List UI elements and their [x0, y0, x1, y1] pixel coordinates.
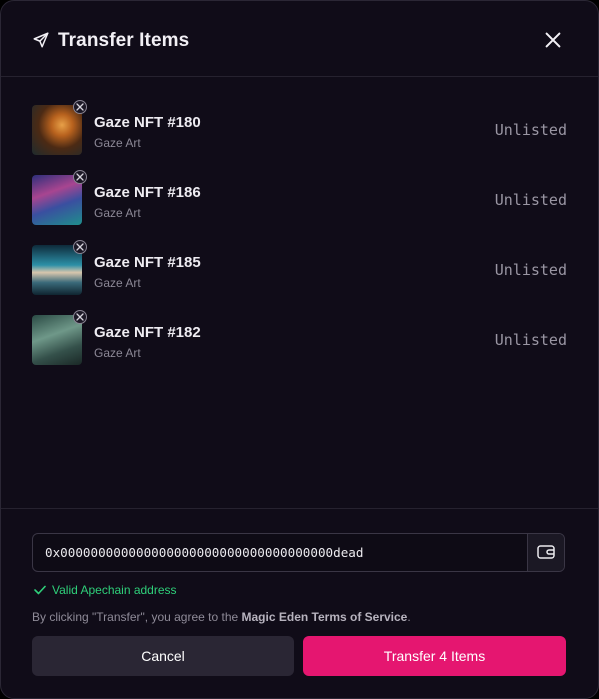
item-name: Gaze NFT #186 [94, 184, 201, 201]
transfer-modal: Transfer Items Gaze NFT #180 Gaze Art Un… [0, 0, 599, 699]
list-item: Gaze NFT #182 Gaze Art Unlisted [32, 310, 567, 385]
item-collection: Gaze Art [94, 206, 141, 220]
item-status: Unlisted [494, 191, 567, 209]
item-name: Gaze NFT #182 [94, 324, 201, 341]
item-status: Unlisted [494, 121, 567, 139]
remove-item-button[interactable] [73, 310, 87, 324]
wallet-button[interactable] [527, 534, 564, 571]
item-name: Gaze NFT #180 [94, 114, 201, 131]
remove-item-button[interactable] [73, 100, 87, 114]
item-collection: Gaze Art [94, 276, 141, 290]
nft-thumbnail [32, 245, 82, 295]
modal-header: Transfer Items [1, 1, 598, 77]
wallet-icon [537, 545, 555, 559]
address-field [32, 533, 565, 572]
close-icon [76, 313, 84, 321]
close-icon [76, 173, 84, 181]
item-name: Gaze NFT #185 [94, 254, 201, 271]
item-status: Unlisted [494, 261, 567, 279]
validation-text: Valid Apechain address [52, 583, 177, 597]
item-list: Gaze NFT #180 Gaze Art Unlisted Gaze NFT… [32, 100, 567, 385]
address-input[interactable] [33, 534, 528, 571]
nft-thumbnail [32, 175, 82, 225]
item-collection: Gaze Art [94, 346, 141, 360]
list-item: Gaze NFT #185 Gaze Art Unlisted [32, 240, 567, 315]
list-item: Gaze NFT #180 Gaze Art Unlisted [32, 100, 567, 175]
remove-item-button[interactable] [73, 240, 87, 254]
close-icon [76, 103, 84, 111]
check-icon [34, 585, 46, 595]
close-icon [76, 243, 84, 251]
terms-text: By clicking "Transfer", you agree to the… [32, 610, 411, 624]
nft-thumbnail [32, 105, 82, 155]
item-collection: Gaze Art [94, 136, 141, 150]
divider [1, 508, 598, 509]
transfer-button[interactable]: Transfer 4 Items [303, 636, 566, 676]
send-icon [33, 32, 49, 48]
nft-thumbnail [32, 315, 82, 365]
modal-title: Transfer Items [58, 30, 190, 51]
item-status: Unlisted [494, 331, 567, 349]
remove-item-button[interactable] [73, 170, 87, 184]
terms-link[interactable]: Magic Eden Terms of Service [242, 610, 408, 624]
list-item: Gaze NFT #186 Gaze Art Unlisted [32, 170, 567, 245]
close-icon[interactable] [542, 29, 564, 51]
terms-prefix: By clicking "Transfer", you agree to the [32, 610, 242, 624]
cancel-button[interactable]: Cancel [32, 636, 294, 676]
terms-suffix: . [407, 610, 411, 624]
